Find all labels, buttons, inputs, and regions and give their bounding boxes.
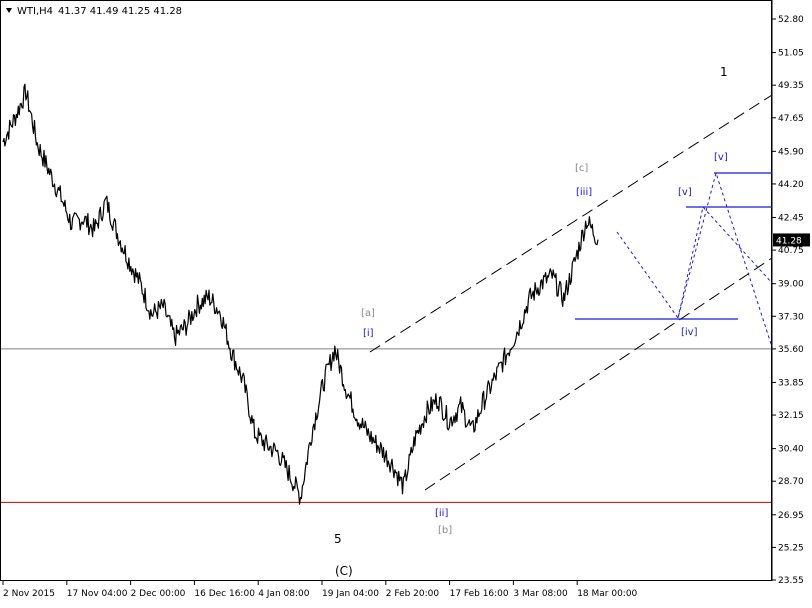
- ohlc-values: 41.37 41.49 41.25 41.28: [58, 6, 182, 17]
- price-tick-label: 35.60: [778, 345, 804, 355]
- price-tick-label: 25.25: [778, 543, 804, 553]
- time-tick-label: 2 Nov 2015: [3, 589, 55, 599]
- chart-window: WTI,H4 41.37 41.49 41.25 41.28 52.80 51.0…: [0, 0, 812, 604]
- wave-label-c: [c]: [575, 163, 588, 174]
- time-tick-label: 4 Jan 08:00: [258, 589, 310, 599]
- time-axis: 2 Nov 2015 17 Nov 04:00 2 Dec 00:00 16 Dec …: [2, 581, 638, 599]
- time-tick-label: 19 Jan 04:00: [322, 589, 379, 599]
- price-tick-label: 42.45: [778, 214, 804, 224]
- time-tick-label: 2 Feb 20:00: [386, 589, 440, 599]
- price-tick-label: 37.30: [778, 312, 804, 322]
- price-tick-label: 45.90: [778, 147, 804, 157]
- time-tick-label: 16 Dec 16:00: [194, 589, 255, 599]
- wave-label-iii: [iii]: [576, 187, 592, 198]
- price-tick-label: 44.20: [778, 180, 804, 190]
- current-price-label: 41.28: [776, 236, 802, 246]
- wave-label-ii: [ii]: [435, 508, 448, 519]
- price-chart[interactable]: WTI,H4 41.37 41.49 41.25 41.28 52.80 51.0…: [0, 0, 812, 604]
- time-tick-label: 17 Nov 04:00: [67, 589, 128, 599]
- price-tick-label: 49.35: [778, 81, 804, 91]
- wave-label-b: [b]: [438, 525, 452, 536]
- price-tick-label: 39.00: [778, 280, 804, 290]
- price-tick-label: 26.95: [778, 511, 804, 521]
- price-tick-label: 33.85: [778, 378, 804, 388]
- wave-label-iv: [iv]: [681, 327, 698, 338]
- price-tick-label: 40.75: [778, 246, 804, 256]
- price-tick-label: 30.40: [778, 445, 804, 455]
- price-axis: 52.80 51.05 49.35 47.65 45.90 44.20 42.45 40.75…: [772, 15, 804, 586]
- price-tick-label: 23.55: [778, 576, 804, 586]
- price-tick-label: 47.65: [778, 114, 804, 124]
- time-tick-label: 2 Dec 00:00: [131, 589, 186, 599]
- wave-label-1: 1: [720, 65, 728, 79]
- plot-frame: [0, 0, 772, 581]
- wave-label-a: [a]: [361, 308, 375, 319]
- price-tick-label: 51.05: [778, 49, 804, 59]
- price-tick-label: 32.15: [778, 411, 804, 421]
- wave-label-5: 5: [334, 532, 342, 546]
- symbol-label: WTI,H4: [17, 6, 53, 17]
- time-tick-label: 3 Mar 08:00: [513, 589, 568, 599]
- wave-label-v-low: [v]: [678, 187, 692, 198]
- wave-label-v-high: [v]: [714, 152, 728, 163]
- wave-label-C: (C): [335, 564, 353, 578]
- wave-label-i: [i]: [363, 328, 374, 339]
- time-tick-label: 17 Feb 16:00: [450, 589, 509, 599]
- price-tick-label: 52.80: [778, 15, 804, 25]
- time-tick-label: 18 Mar 00:00: [577, 589, 637, 599]
- price-tick-label: 28.70: [778, 477, 804, 487]
